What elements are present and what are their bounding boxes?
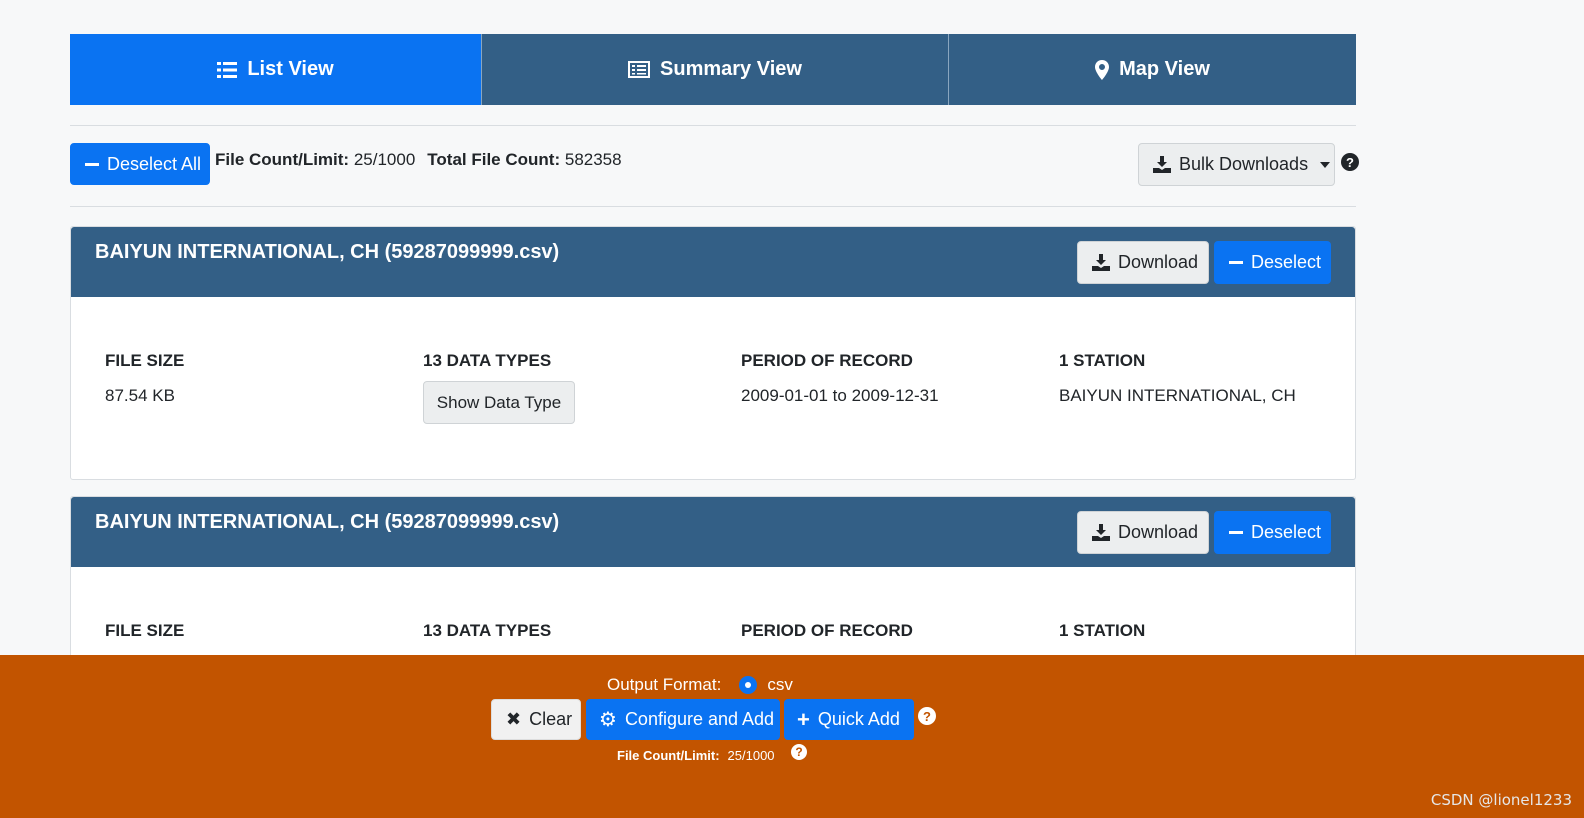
data-types-column: 13 DATA TYPES bbox=[423, 621, 551, 641]
station-column: 1 STATION BAIYUN INTERNATIONAL, CH bbox=[1059, 351, 1296, 406]
download-icon bbox=[1092, 524, 1110, 541]
tab-summary-view[interactable]: Summary View bbox=[481, 34, 948, 105]
download-icon bbox=[1092, 254, 1110, 271]
plus-icon: + bbox=[797, 706, 810, 732]
help-icon[interactable]: ? bbox=[791, 744, 807, 760]
minus-icon bbox=[1229, 261, 1243, 264]
deselect-label: Deselect bbox=[1251, 252, 1322, 272]
footer-file-count: File Count/Limit: 25/1000 bbox=[617, 748, 775, 763]
clear-button[interactable]: ✖ Clear bbox=[491, 699, 581, 740]
deselect-all-button[interactable]: Deselect All bbox=[70, 143, 210, 185]
minus-icon bbox=[1229, 531, 1243, 534]
deselect-button[interactable]: Deselect bbox=[1214, 511, 1331, 554]
period-column: PERIOD OF RECORD bbox=[741, 621, 913, 641]
station-label: 1 STATION bbox=[1059, 621, 1146, 640]
results-toolbar: Deselect All File Count/Limit: 25/1000 T… bbox=[70, 143, 1356, 187]
deselect-button[interactable]: Deselect bbox=[1214, 241, 1331, 284]
file-count-label: File Count/Limit: bbox=[215, 150, 350, 169]
file-size-value: 87.54 KB bbox=[105, 386, 175, 405]
list-icon bbox=[217, 61, 238, 78]
tab-list-view-label: List View bbox=[247, 58, 334, 80]
configure-and-add-button[interactable]: ⚙ Configure and Add bbox=[586, 699, 780, 740]
output-format: Output Format: csv bbox=[607, 675, 793, 695]
file-counts: File Count/Limit: 25/1000 Total File Cou… bbox=[215, 150, 622, 170]
minus-icon bbox=[85, 162, 99, 166]
output-format-value: csv bbox=[767, 675, 793, 694]
file-card-header: BAIYUN INTERNATIONAL, CH (59287099999.cs… bbox=[71, 227, 1355, 297]
deselect-all-label: Deselect All bbox=[107, 153, 202, 174]
period-label: PERIOD OF RECORD bbox=[741, 351, 913, 370]
help-icon[interactable]: ? bbox=[1341, 153, 1359, 171]
caret-down-icon bbox=[1320, 161, 1331, 168]
quick-add-button[interactable]: + Quick Add bbox=[784, 699, 914, 740]
divider bbox=[70, 125, 1356, 126]
show-data-type-button[interactable]: Show Data Type bbox=[423, 381, 575, 424]
download-icon bbox=[1153, 156, 1171, 173]
total-count-label: Total File Count: bbox=[427, 150, 561, 169]
tab-map-view-label: Map View bbox=[1119, 58, 1210, 80]
file-card-title: BAIYUN INTERNATIONAL, CH (59287099999.cs… bbox=[95, 511, 560, 533]
bulk-downloads-dropdown[interactable]: Bulk Downloads bbox=[1138, 143, 1335, 186]
cart-footer: Output Format: csv ✖ Clear ⚙ Configure a… bbox=[0, 655, 1584, 818]
bulk-downloads-label: Bulk Downloads bbox=[1179, 154, 1309, 174]
divider bbox=[70, 206, 1356, 207]
tab-list-view[interactable]: List View bbox=[70, 34, 481, 105]
tab-summary-view-label: Summary View bbox=[660, 58, 802, 80]
period-column: PERIOD OF RECORD 2009-01-01 to 2009-12-3… bbox=[741, 351, 939, 406]
file-size-label: FILE SIZE bbox=[105, 351, 185, 370]
csv-radio[interactable] bbox=[739, 676, 758, 694]
deselect-label: Deselect bbox=[1251, 522, 1322, 542]
view-tabs: List View Summary View Map View bbox=[70, 34, 1356, 105]
tab-map-view[interactable]: Map View bbox=[948, 34, 1356, 105]
station-value: BAIYUN INTERNATIONAL, CH bbox=[1059, 386, 1296, 405]
data-types-label: 13 DATA TYPES bbox=[423, 621, 552, 640]
download-button[interactable]: Download bbox=[1077, 241, 1209, 284]
quick-add-label: Quick Add bbox=[817, 709, 900, 729]
file-size-column: FILE SIZE bbox=[105, 621, 184, 641]
output-format-label: Output Format: bbox=[607, 675, 722, 694]
download-label: Download bbox=[1118, 252, 1199, 272]
close-icon: ✖ bbox=[506, 709, 522, 729]
configure-label: Configure and Add bbox=[624, 709, 775, 729]
file-size-label: FILE SIZE bbox=[105, 621, 185, 640]
period-label: PERIOD OF RECORD bbox=[741, 621, 913, 640]
file-card-title: BAIYUN INTERNATIONAL, CH (59287099999.cs… bbox=[95, 241, 560, 263]
data-types-label: 13 DATA TYPES bbox=[423, 351, 552, 370]
download-label: Download bbox=[1118, 522, 1199, 542]
station-label: 1 STATION bbox=[1059, 351, 1146, 370]
download-button[interactable]: Download bbox=[1077, 511, 1209, 554]
station-column: 1 STATION bbox=[1059, 621, 1145, 641]
data-types-column: 13 DATA TYPES Show Data Type bbox=[423, 351, 575, 424]
footer-file-count-label: File Count/Limit: bbox=[617, 748, 720, 763]
file-size-column: FILE SIZE 87.54 KB bbox=[105, 351, 184, 406]
file-count-value: 25/1000 bbox=[353, 150, 416, 169]
gear-icon: ⚙ bbox=[599, 709, 617, 731]
period-value: 2009-01-01 to 2009-12-31 bbox=[741, 386, 939, 405]
total-count-value: 582358 bbox=[564, 150, 622, 169]
file-card-header: BAIYUN INTERNATIONAL, CH (59287099999.cs… bbox=[71, 497, 1355, 567]
help-icon[interactable]: ? bbox=[918, 707, 936, 725]
file-card: BAIYUN INTERNATIONAL, CH (59287099999.cs… bbox=[70, 226, 1356, 480]
summary-icon bbox=[628, 61, 651, 78]
footer-file-count-value: 25/1000 bbox=[727, 748, 775, 763]
clear-label: Clear bbox=[529, 709, 573, 729]
watermark: CSDN @lionel1233 bbox=[1430, 791, 1572, 809]
map-marker-icon bbox=[1095, 59, 1110, 80]
